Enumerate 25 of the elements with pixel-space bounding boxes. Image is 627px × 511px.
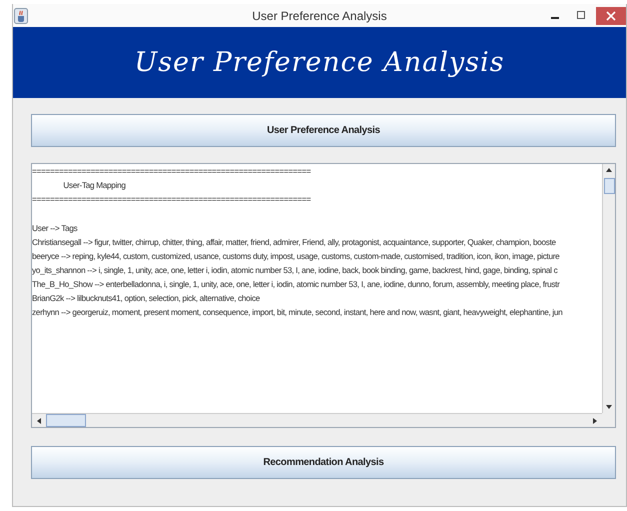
scrollbar-thumb[interactable]: [46, 414, 86, 427]
output-line: User --> Tags: [32, 223, 78, 233]
up-arrow-icon[interactable]: [605, 166, 613, 174]
output-line: The_B_Ho_Show --> enterbelladonna, i, single, 1, unity, ace, one, letter i, iodin, atomic number 53, I, ane, iodine, dunno, forum, assembly, meeting place, frustr: [32, 279, 560, 289]
output-line: ==============================================================: [32, 194, 311, 204]
recommendation-button[interactable]: Recommendation Analysis: [31, 446, 616, 479]
scrollbar-thumb[interactable]: [604, 178, 614, 194]
banner-title: User Preference Analysis: [134, 47, 505, 78]
down-arrow-icon[interactable]: [605, 403, 613, 411]
right-arrow-icon[interactable]: [591, 416, 599, 424]
close-icon[interactable]: [596, 6, 626, 24]
window-title: User Preference Analysis: [252, 8, 387, 22]
horizontal-scrollbar[interactable]: [32, 413, 602, 427]
left-arrow-icon[interactable]: [35, 416, 43, 424]
output-line: User-Tag Mapping: [62, 180, 126, 190]
output-line: Christiansegall --> figur, twitter, chirrup, chitter, thing, affair, matter, friend, admirer, Friend, ally, protagonist, acquaintance, supporter, Quaker, champion, booste: [32, 237, 556, 247]
output-line: BrianG2k --> lilbucknuts41, option, selection, pick, alternative, choice: [32, 293, 260, 303]
cup-icon: [14, 8, 28, 24]
vertical-scrollbar[interactable]: [602, 164, 615, 413]
output-text-area[interactable]: [31, 163, 616, 428]
analysis-button[interactable]: User Preference Analysis: [31, 114, 616, 147]
output-line: beeryce --> reping, kyle44, custom, customized, usance, customs duty, impost, usage, customs, custom-made, customised, tradition, icon, ikon, image, picture: [32, 251, 560, 261]
output-line: yo_its_shannon --> i, single, 1, unity, ace, one, letter i, iodin, atomic number 53, I, ane, iodine, back, book binding, game, backrest, hind, gage, binding, spinal c: [32, 265, 558, 275]
output-line: ==============================================================: [32, 166, 311, 176]
output-line: zerhynn --> georgeruiz, moment, present moment, consequence, import, bit, minute, second, instant, here and now, wasnt, giant, heavyweight, elephantine, jun: [32, 307, 562, 317]
